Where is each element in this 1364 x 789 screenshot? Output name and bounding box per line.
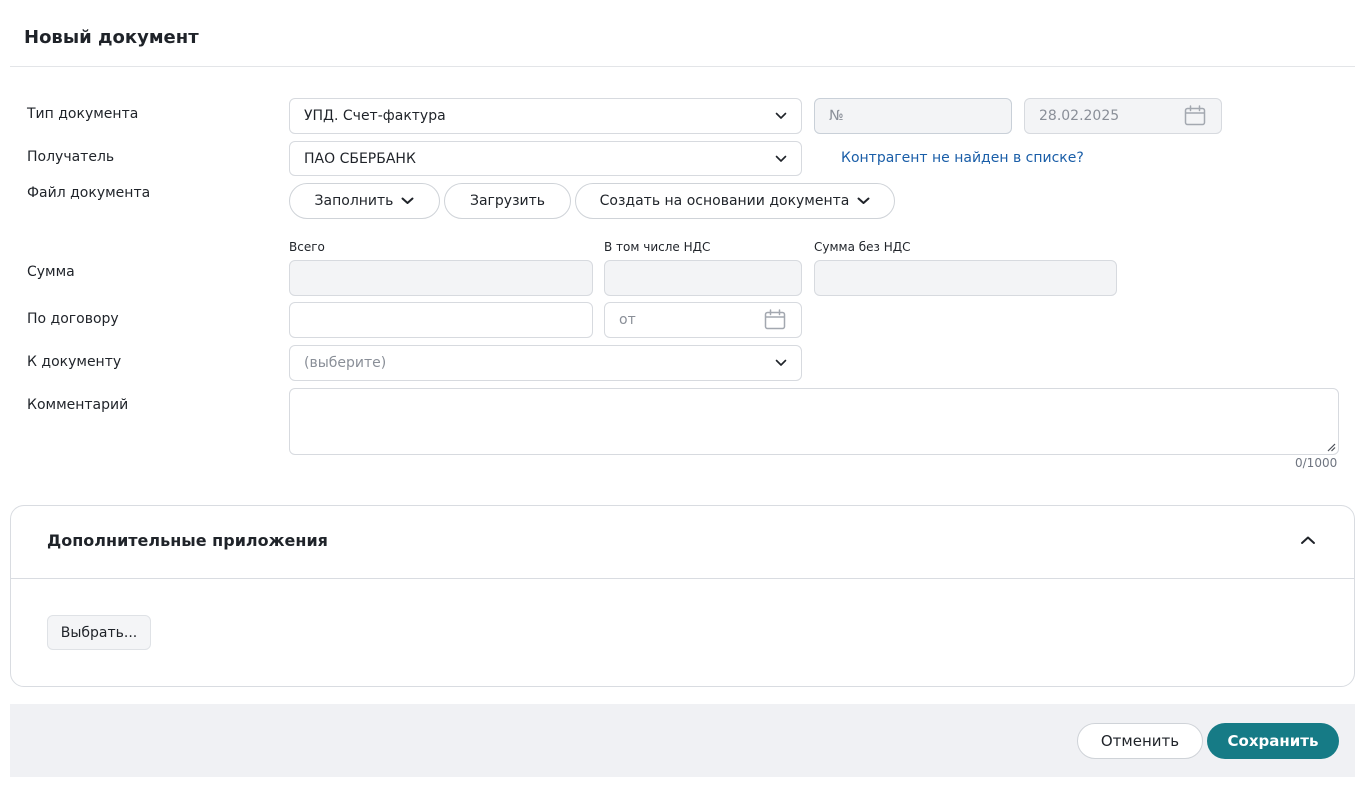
contract-date-field[interactable]: от [604, 302, 802, 338]
choose-file-button[interactable]: Выбрать... [47, 615, 151, 650]
sum-vat-label: В том числе НДС [604, 240, 711, 254]
chevron-down-icon [401, 197, 414, 205]
chevron-down-icon [775, 153, 787, 165]
sum-total-field[interactable] [289, 260, 593, 296]
recipient-label: Получатель [27, 149, 115, 165]
create-based-on-label: Создать на основании документа [599, 193, 850, 209]
title-divider [10, 66, 1355, 67]
doc-type-label: Тип документа [27, 106, 139, 122]
calendar-icon[interactable] [763, 308, 787, 332]
sum-without-vat-label: Сумма без НДС [814, 240, 911, 254]
fill-button-label: Заполнить [314, 193, 394, 209]
sum-vat-field[interactable] [604, 260, 802, 296]
to-document-select[interactable]: (выберите) [289, 345, 802, 381]
fill-button[interactable]: Заполнить [289, 183, 440, 219]
sum-without-vat-field[interactable] [814, 260, 1117, 296]
to-document-label: К документу [27, 354, 122, 370]
contract-date-placeholder: от [619, 312, 636, 328]
cancel-button[interactable]: Отменить [1077, 723, 1203, 759]
doc-date-field[interactable]: 28.02.2025 [1024, 98, 1222, 134]
calendar-icon[interactable] [1183, 104, 1207, 128]
sum-label: Сумма [27, 264, 75, 280]
upload-button-label: Загрузить [469, 193, 546, 209]
comment-label: Комментарий [27, 397, 129, 413]
chevron-down-icon [775, 110, 787, 122]
recipient-select[interactable]: ПАО СБЕРБАНК [289, 141, 802, 176]
contract-number-field[interactable] [289, 302, 593, 338]
to-document-placeholder: (выберите) [304, 355, 387, 371]
attachments-title: Дополнительные приложения [47, 531, 328, 550]
sum-total-label: Всего [289, 240, 325, 254]
doc-type-select[interactable]: УПД. Счет-фактура [289, 98, 802, 134]
upload-button[interactable]: Загрузить [444, 183, 571, 219]
recipient-value: ПАО СБЕРБАНК [304, 150, 416, 167]
chevron-down-icon [857, 197, 870, 205]
doc-file-label: Файл документа [27, 185, 151, 201]
comment-textarea[interactable] [289, 388, 1339, 455]
save-button[interactable]: Сохранить [1207, 723, 1339, 759]
comment-counter: 0/1000 [1295, 456, 1338, 470]
contract-label: По договору [27, 311, 119, 327]
attachments-divider [11, 578, 1354, 579]
chevron-down-icon [775, 357, 787, 369]
page-title: Новый документ [24, 27, 199, 48]
doc-number-placeholder: № [829, 108, 844, 124]
resize-handle-icon[interactable] [1326, 442, 1336, 452]
doc-number-field[interactable]: № [814, 98, 1012, 134]
doc-date-value: 28.02.2025 [1039, 108, 1120, 124]
chevron-up-icon[interactable] [1300, 535, 1316, 545]
doc-type-value: УПД. Счет-фактура [304, 108, 446, 124]
recipient-not-found-link[interactable]: Контрагент не найден в списке? [841, 150, 1084, 166]
create-based-on-button[interactable]: Создать на основании документа [575, 183, 895, 219]
